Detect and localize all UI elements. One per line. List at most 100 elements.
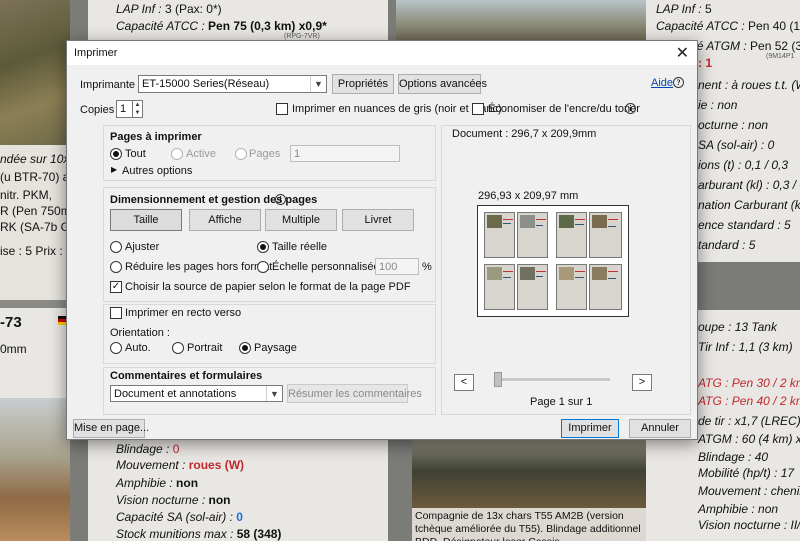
tank-photo-bottom xyxy=(412,440,646,508)
bg-text-line: Mouvement : roues (W) xyxy=(116,458,245,472)
preview-card xyxy=(517,212,548,258)
help-question-icon[interactable]: ? xyxy=(673,77,684,88)
pages-section-title: Pages à imprimer xyxy=(110,131,202,143)
custom-scale-radio[interactable] xyxy=(257,261,269,273)
bg-text-line: LAP Inf : 5 xyxy=(656,2,712,16)
pages-all-radio[interactable] xyxy=(110,148,122,160)
soldier-photo xyxy=(0,0,70,145)
print-dialog: Imprimer ✕ Imprimante : ET-15000 Series(… xyxy=(66,40,698,440)
copies-input[interactable]: 1 xyxy=(116,100,133,118)
page-slider-thumb[interactable] xyxy=(494,372,502,387)
title-bar: Imprimer ✕ xyxy=(67,41,697,65)
preview-card xyxy=(517,264,548,310)
orientation-portrait-radio[interactable] xyxy=(172,342,184,354)
shrink-radio[interactable] xyxy=(110,261,122,273)
printer-select[interactable]: ET-15000 Series(Réseau) ▼ xyxy=(138,75,327,93)
bg-text-line: ie : non xyxy=(698,98,738,112)
bg-text-line: Mouvement : chenilles (T) xyxy=(698,484,800,498)
bg-text-line: octurne : non xyxy=(698,118,769,132)
pages-active-label: Active xyxy=(186,148,216,160)
size-tab-button[interactable]: Taille xyxy=(110,209,182,231)
dialog-title: Imprimer xyxy=(74,47,118,59)
copies-stepper[interactable]: ▲ ▼ xyxy=(133,100,143,118)
paper-source-checkbox[interactable]: ✓ xyxy=(110,281,122,293)
bg-text-line: Blindage : 40 xyxy=(698,450,769,464)
bg-text-line: tandard : 5 xyxy=(698,238,756,252)
info-icon[interactable]: i xyxy=(275,194,286,205)
multiple-tab-button[interactable]: Multiple xyxy=(265,209,337,231)
orientation-title: Orientation : xyxy=(110,327,170,339)
poster-tab-button[interactable]: Affiche xyxy=(189,209,261,231)
bg-text-line: Stock munitions max : 58 (348) xyxy=(116,527,282,541)
card-center-bottom: Blindage : 0 Mouvement : roues (W) Amphi… xyxy=(88,440,388,541)
advanced-options-button[interactable]: Options avancées xyxy=(398,74,487,94)
page-slider-track[interactable] xyxy=(494,378,610,381)
duplex-checkbox[interactable] xyxy=(110,307,122,319)
save-ink-label: Économiser de l'encre/du toner xyxy=(488,103,640,115)
bg-text-line: Blindage : 0 xyxy=(116,442,180,456)
pages-range-radio[interactable] xyxy=(235,148,247,160)
properties-button[interactable]: Propriétés xyxy=(332,74,394,94)
orientation-landscape-label: Paysage xyxy=(254,342,297,354)
preview-card xyxy=(589,264,622,310)
bg-text-line: ise : 5 Prix : 2 xyxy=(0,244,70,258)
actual-size-label: Taille réelle xyxy=(272,241,328,253)
bg-text-line: ndée sur 10x xyxy=(0,152,70,166)
document-size-label: Document : 296,7 x 209,9mm xyxy=(452,128,597,140)
orientation-landscape-radio[interactable] xyxy=(239,342,251,354)
tank-photo-top xyxy=(396,0,646,40)
close-icon[interactable]: ✕ xyxy=(676,43,689,63)
grayscale-label: Imprimer en nuances de gris (noir et bla… xyxy=(292,103,502,115)
printer-label: Imprimante : xyxy=(80,79,142,91)
bg-text-line: Tir Inf : 1,1 (3 km) xyxy=(698,340,793,354)
info-icon[interactable]: i xyxy=(625,103,636,114)
previous-page-button[interactable]: < xyxy=(454,374,474,391)
page-setup-button[interactable]: Mise en page... xyxy=(73,419,149,438)
comments-select[interactable]: Document et annotations ▼ xyxy=(110,385,283,402)
bg-text-line: nent : à roues t.t. (W xyxy=(698,78,800,92)
copies-label: Copies : xyxy=(80,104,121,116)
bg-text-line: R (Pen 750mm) xyxy=(0,204,70,218)
card-left-bottom: -73 0mm xyxy=(0,308,70,541)
bg-text-line: nitr. PKM, xyxy=(0,188,53,202)
bg-text-line: Capacité ATCC : Pen 75 (0,3 km) x0,9* xyxy=(116,19,327,33)
custom-scale-input[interactable]: 100 xyxy=(375,258,419,275)
preview-card xyxy=(589,212,622,258)
print-button[interactable]: Imprimer xyxy=(561,419,619,438)
preview-panel: Document : 296,7 x 209,9mm 296,93 x 209,… xyxy=(441,125,691,415)
help-link[interactable]: Aide xyxy=(651,77,673,89)
next-page-button[interactable]: > xyxy=(632,374,652,391)
pages-active-radio[interactable] xyxy=(171,148,183,160)
chevron-down-icon: ▼ xyxy=(266,386,282,401)
page-size-label: 296,93 x 209,97 mm xyxy=(478,190,579,202)
fit-radio[interactable] xyxy=(110,241,122,253)
terrain-photo xyxy=(0,398,70,541)
more-options-toggle[interactable]: Autres options xyxy=(122,165,192,177)
actual-size-radio[interactable] xyxy=(257,241,269,253)
chevron-down-icon[interactable]: ▼ xyxy=(133,109,142,117)
expand-triangle-icon[interactable]: ▶ xyxy=(111,165,117,174)
bg-text-line: LAP Inf : 3 (Pax: 0*) xyxy=(116,2,222,16)
bg-text-line: (u BTR-70) am xyxy=(0,170,70,184)
bg-text-line: Vision nocturne : II/IR xyxy=(698,518,800,532)
bg-text-line: SA (sol-air) : 0 xyxy=(698,138,775,152)
card-left-top: ndée sur 10x (u BTR-70) am nitr. PKM, R … xyxy=(0,0,70,300)
orientation-auto-radio[interactable] xyxy=(110,342,122,354)
page-indicator: Page 1 sur 1 xyxy=(530,396,593,408)
card-center-top: LAP Inf : 3 (Pax: 0*) Capacité ATCC : Pe… xyxy=(88,0,388,40)
bg-text-line: Mobilité (hp/t) : 17 xyxy=(698,466,795,480)
bg-text-line: Amphibie : non xyxy=(698,502,779,516)
pages-range-input[interactable]: 1 xyxy=(290,145,400,162)
orientation-auto-label: Auto. xyxy=(125,342,151,354)
comments-select-value: Document et annotations xyxy=(114,388,237,400)
cancel-button[interactable]: Annuler xyxy=(629,419,691,438)
bg-card-title: -73 xyxy=(0,314,22,331)
summarize-comments-button[interactable]: Résumer les commentaires xyxy=(287,384,422,403)
grayscale-checkbox[interactable] xyxy=(276,103,288,115)
save-ink-checkbox[interactable] xyxy=(472,103,484,115)
preview-card xyxy=(556,264,587,310)
chevron-up-icon[interactable]: ▲ xyxy=(133,101,142,109)
preview-card xyxy=(484,264,515,310)
booklet-tab-button[interactable]: Livret xyxy=(342,209,414,231)
sizing-section-title: Dimensionnement et gestion des pages xyxy=(110,194,318,206)
